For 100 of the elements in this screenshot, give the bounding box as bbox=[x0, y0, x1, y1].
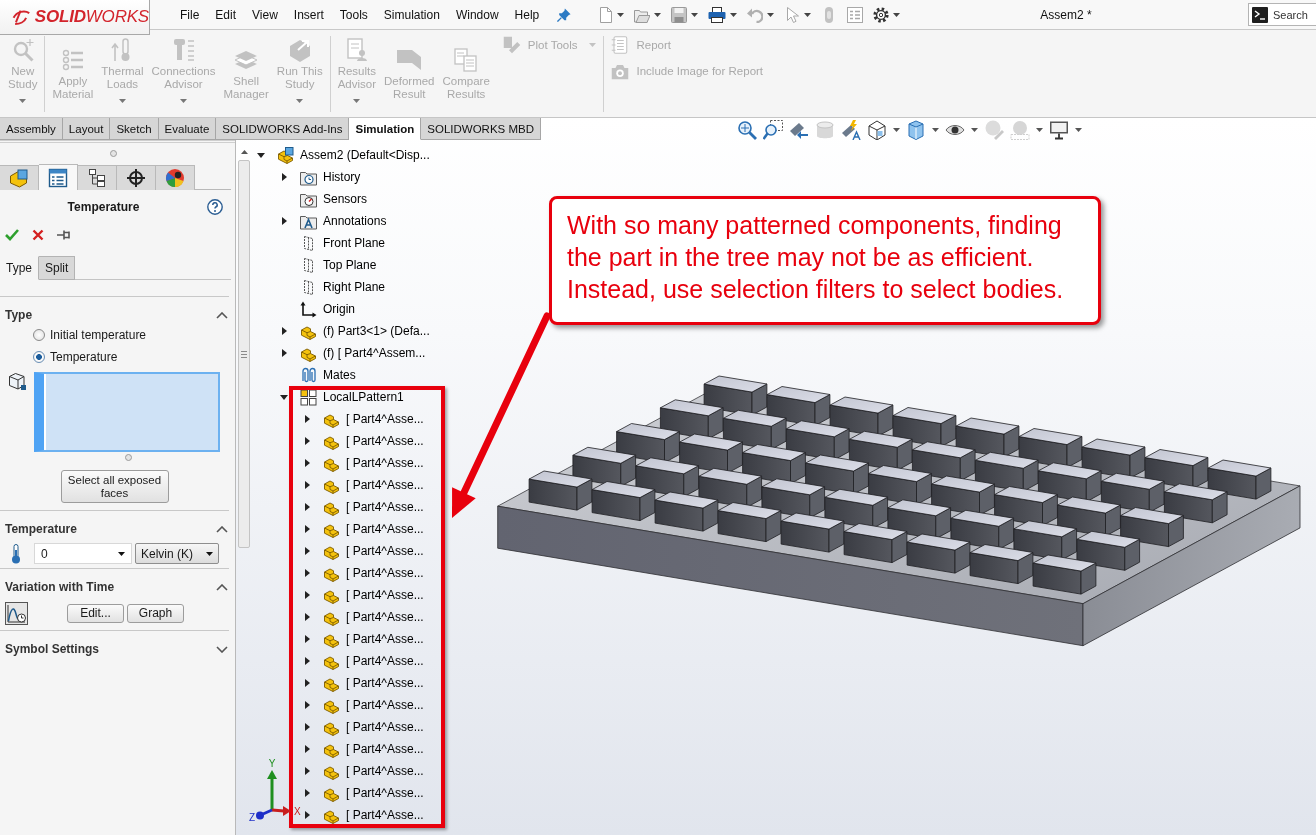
tree-item[interactable]: [ Part4^Asse... bbox=[323, 806, 424, 824]
panel-tab[interactable] bbox=[156, 165, 195, 190]
tree-item[interactable]: [ Part4^Asse... bbox=[323, 630, 424, 648]
zoom-to-fit-icon[interactable] bbox=[737, 120, 757, 140]
close-icon[interactable] bbox=[32, 229, 44, 241]
caret-down-icon[interactable] bbox=[280, 394, 288, 400]
caret-icon[interactable] bbox=[691, 12, 699, 17]
tab[interactable]: Evaluate bbox=[158, 118, 217, 140]
caret-icon[interactable] bbox=[893, 12, 901, 17]
option-label[interactable]: Initial temperature bbox=[50, 328, 147, 342]
caret-right-icon[interactable] bbox=[304, 613, 310, 621]
caret-right-icon[interactable] bbox=[304, 811, 310, 819]
tree-item[interactable]: [ Part4^Asse... bbox=[323, 498, 424, 516]
caret-icon[interactable] bbox=[804, 12, 812, 17]
tree-item[interactable]: Front Plane bbox=[300, 234, 386, 252]
caret-icon[interactable] bbox=[1036, 128, 1043, 132]
caret-icon[interactable] bbox=[971, 128, 978, 132]
menu-item[interactable]: Help bbox=[506, 7, 548, 22]
caret-right-icon[interactable] bbox=[304, 547, 310, 555]
tree-item[interactable]: Right Plane bbox=[300, 278, 386, 296]
caret-right-icon[interactable] bbox=[281, 349, 287, 357]
tree-item[interactable]: [ Part4^Asse... bbox=[323, 564, 424, 582]
panel-tab[interactable] bbox=[78, 165, 117, 190]
tree-item[interactable]: [ Part4^Asse... bbox=[323, 608, 424, 626]
caret-right-icon[interactable] bbox=[304, 723, 310, 731]
radio-button[interactable] bbox=[33, 351, 45, 363]
chevron-up-icon[interactable] bbox=[216, 525, 228, 533]
caret-right-icon[interactable] bbox=[304, 745, 310, 753]
caret-icon[interactable] bbox=[617, 12, 625, 17]
monitor-icon[interactable] bbox=[1049, 120, 1069, 140]
caret-right-icon[interactable] bbox=[304, 503, 310, 511]
tree-item[interactable]: [ Part4^Asse... bbox=[323, 520, 424, 538]
pushpin-icon[interactable] bbox=[57, 229, 72, 241]
back-arrow-icon[interactable] bbox=[789, 120, 809, 140]
tree-item[interactable]: [ Part4^Asse... bbox=[323, 784, 424, 802]
panel-tab[interactable] bbox=[39, 164, 78, 190]
menu-item[interactable]: Insert bbox=[285, 7, 332, 22]
caret-right-icon[interactable] bbox=[304, 437, 310, 445]
search-field[interactable]: Search bbox=[1248, 3, 1316, 26]
tab[interactable]: SOLIDWORKS MBD bbox=[421, 118, 541, 140]
tab[interactable]: Assembly bbox=[0, 118, 63, 140]
checkmark-icon[interactable] bbox=[5, 229, 19, 241]
tab[interactable]: Layout bbox=[62, 118, 111, 140]
tree-item[interactable]: [ Part4^Asse... bbox=[323, 476, 424, 494]
option-label[interactable]: Temperature bbox=[50, 350, 118, 364]
caret-right-icon[interactable] bbox=[281, 217, 287, 225]
caret-right-icon[interactable] bbox=[304, 767, 310, 775]
caret-icon[interactable] bbox=[932, 128, 939, 132]
search-input[interactable]: Search bbox=[1273, 8, 1313, 21]
radio-button[interactable] bbox=[33, 329, 45, 341]
caret-right-icon[interactable] bbox=[304, 657, 310, 665]
curve-graph-icon[interactable] bbox=[5, 602, 28, 625]
chevron-up-icon[interactable] bbox=[216, 583, 228, 591]
push-button[interactable]: Edit... bbox=[67, 604, 124, 623]
caret-right-icon[interactable] bbox=[304, 525, 310, 533]
tree-item[interactable]: LocalLPattern1 bbox=[300, 388, 404, 406]
scroll-up-arrow-icon[interactable] bbox=[240, 150, 248, 154]
tree-item[interactable]: [ Part4^Asse... bbox=[323, 674, 424, 692]
caret-icon[interactable] bbox=[1075, 128, 1082, 132]
menu-item[interactable]: Simulation bbox=[375, 7, 448, 22]
tree-item[interactable]: [ Part4^Asse... bbox=[323, 454, 424, 472]
zoom-area-icon[interactable] bbox=[763, 120, 783, 140]
push-button[interactable]: Graph bbox=[127, 604, 184, 623]
menu-item[interactable]: View bbox=[244, 7, 286, 22]
tab[interactable]: Split bbox=[39, 256, 76, 280]
caret-right-icon[interactable] bbox=[304, 635, 310, 643]
caret-right-icon[interactable] bbox=[304, 481, 310, 489]
caret-right-icon[interactable] bbox=[304, 679, 310, 687]
tab[interactable]: Type bbox=[0, 256, 39, 280]
tree-item[interactable]: Annotations bbox=[300, 212, 387, 230]
tree-item[interactable]: [ Part4^Asse... bbox=[323, 718, 424, 736]
tree-item[interactable]: [ Part4^Asse... bbox=[323, 696, 424, 714]
help-icon[interactable] bbox=[207, 199, 223, 215]
caret-right-icon[interactable] bbox=[304, 591, 310, 599]
cube-icon[interactable] bbox=[867, 120, 887, 140]
caret-right-icon[interactable] bbox=[304, 789, 310, 797]
tree-item[interactable]: Origin bbox=[300, 300, 355, 318]
chevron-up-icon[interactable] bbox=[216, 311, 228, 319]
tree-item[interactable]: [ Part4^Asse... bbox=[323, 652, 424, 670]
shaded-cube-icon[interactable] bbox=[906, 120, 926, 140]
caret-down-icon[interactable] bbox=[257, 152, 265, 158]
caret-right-icon[interactable] bbox=[304, 415, 310, 423]
menu-item[interactable]: Window bbox=[447, 7, 507, 22]
caret-right-icon[interactable] bbox=[281, 173, 287, 181]
unit-dropdown[interactable]: Kelvin (K) bbox=[135, 543, 219, 564]
tree-item[interactable]: Sensors bbox=[300, 190, 368, 208]
panel-tab[interactable] bbox=[117, 165, 156, 190]
caret-right-icon[interactable] bbox=[304, 701, 310, 709]
tree-item[interactable]: [ Part4^Asse... bbox=[323, 740, 424, 758]
menu-item[interactable]: File bbox=[172, 7, 208, 22]
tree-item[interactable]: History bbox=[300, 168, 361, 186]
action-button[interactable]: Select all exposed faces bbox=[60, 470, 169, 503]
pushpin-icon[interactable] bbox=[557, 7, 572, 22]
tree-item[interactable]: (f) Part3<1> (Defa... bbox=[300, 322, 430, 340]
settings-icon[interactable] bbox=[873, 6, 890, 23]
tree-item[interactable]: [ Part4^Asse... bbox=[323, 586, 424, 604]
tree-item[interactable]: [ Part4^Asse... bbox=[323, 542, 424, 560]
scrollbar-thumb[interactable] bbox=[238, 160, 250, 548]
value-combobox[interactable]: 0 bbox=[34, 543, 132, 564]
drag-handle-icon[interactable] bbox=[109, 150, 117, 157]
